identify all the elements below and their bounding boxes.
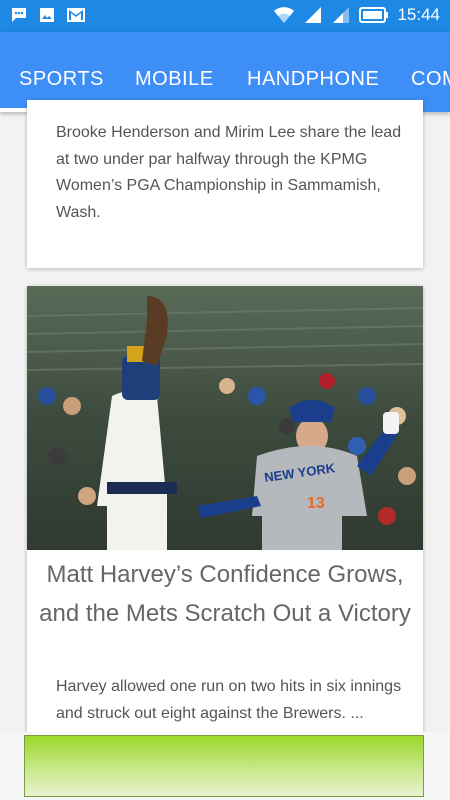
- ad-container: [0, 732, 450, 800]
- clock: 15:44: [397, 5, 440, 24]
- notification-icons: [10, 6, 86, 24]
- tab-handphone[interactable]: HANDPHONE: [247, 68, 379, 91]
- article-summary: Brooke Henderson and Mirim Lee share the…: [56, 124, 402, 221]
- article-card[interactable]: NEW YORK 13 Matt Harvey’s Confidence Gro…: [27, 286, 423, 756]
- gmail-icon: [67, 8, 85, 22]
- tab-sports[interactable]: SPORTS: [19, 68, 104, 91]
- tab-com[interactable]: COM: [411, 68, 450, 91]
- article-summary: Harvey allowed one run on two hits in si…: [56, 678, 402, 722]
- tab-mobile[interactable]: MOBILE: [135, 68, 214, 91]
- wifi-icon: [274, 7, 295, 23]
- article-card[interactable]: Brooke Henderson and Mirim Lee share the…: [27, 100, 423, 268]
- status-bar: 15:44: [0, 0, 450, 32]
- image-notification-icon: [40, 8, 54, 22]
- signal-icon-2: [333, 7, 350, 23]
- ad-banner[interactable]: [24, 735, 424, 797]
- chat-notification-icon: [12, 8, 26, 22]
- baseball-photo: NEW YORK 13: [27, 286, 423, 550]
- article-headline[interactable]: Matt Harvey’s Confidence Grows, and the …: [39, 556, 411, 633]
- signal-icon: [305, 7, 322, 23]
- battery-icon: [359, 7, 389, 23]
- article-image[interactable]: NEW YORK 13: [27, 286, 423, 550]
- jersey-number: 13: [307, 495, 325, 512]
- system-icons: 15:44: [273, 5, 440, 25]
